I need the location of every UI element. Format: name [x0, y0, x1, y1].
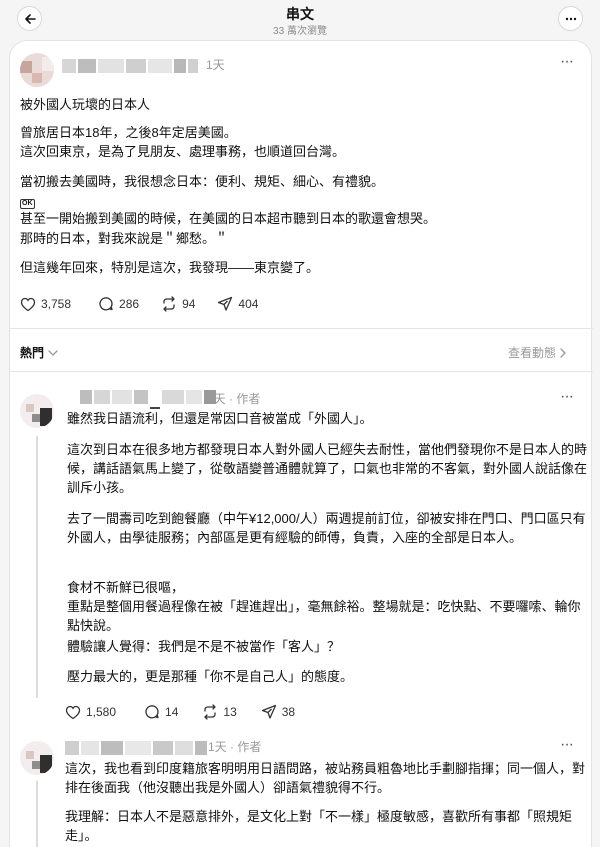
- post-line: 曾旅居日本18年，之後8年定居美國。: [20, 125, 237, 140]
- repost-count: 13: [223, 705, 237, 719]
- share-count: 38: [281, 705, 296, 719]
- share-button[interactable]: 38: [261, 704, 295, 720]
- thread-line: [36, 436, 38, 698]
- post-line: 那時的日本，對我來說是＂鄉愁。＂: [20, 231, 229, 246]
- reply-avatar[interactable]: [20, 741, 54, 775]
- post-line: 這次回東京，是為了見朋友、處理事務，也順道回台灣。: [20, 144, 346, 159]
- view-count: 33 萬次瀏覽: [273, 26, 327, 37]
- reply-paragraph: 這次，我也看到印度籍旅客明明用日語問路，被站務員粗魯地比手劃腳指揮；同一個人，對…: [65, 761, 586, 795]
- comment-button[interactable]: 14: [144, 704, 178, 720]
- reply-more-icon[interactable]: ···: [560, 388, 574, 406]
- heart-icon: [20, 297, 36, 311]
- heart-icon: [65, 705, 81, 719]
- thread-line: [36, 781, 38, 847]
- repost-icon: [204, 704, 217, 720]
- repost-button[interactable]: 94: [161, 296, 195, 312]
- sort-dropdown[interactable]: 熱門: [20, 344, 58, 361]
- post-actions: 3,758 286 94 404: [20, 296, 258, 312]
- reply-time: 1天: [207, 392, 226, 406]
- repost-button[interactable]: 13: [202, 704, 237, 720]
- author-tag: 作者: [236, 392, 261, 406]
- post-line: 當初搬去美國時，我很想念日本：便利、規矩、細心、有禮貌。: [20, 174, 385, 189]
- chevron-right-icon: [560, 347, 566, 358]
- reply-time-author: 1天 · 作者: [207, 392, 261, 406]
- more-options-button[interactable]: [558, 6, 583, 31]
- view-activity-link[interactable]: 查看動態: [508, 344, 566, 361]
- like-count: 3,758: [41, 297, 72, 311]
- post-line: 甚至一開始搬到美國的時候，在美國的日本超市聽到日本的歌還會想哭。: [20, 211, 437, 226]
- activity-label: 查看動態: [508, 346, 557, 360]
- reply-paragraph: 壓力最大的，更是那種「你不是自己人」的態度。: [67, 669, 354, 684]
- reply-more-icon[interactable]: ···: [560, 736, 574, 754]
- comment-count: 286: [119, 297, 140, 311]
- author-tag: 作者: [237, 740, 262, 754]
- thread-card: 1天 ··· 被外國人玩壞的日本人 曾旅居日本18年，之後8年定居美國。 這次回…: [9, 40, 593, 847]
- reply-paragraph: 去了一間壽司吃到飽餐廳（中午¥12,000/人）兩週提前訂位，卻被安排在門口、門…: [67, 511, 586, 545]
- comment-count: 14: [165, 705, 179, 719]
- post-line: 被外國人玩壞的日本人: [20, 97, 151, 112]
- reply-paragraph-line: 食材不新鮮已很嘔，: [67, 580, 185, 595]
- more-dots-icon: [565, 17, 576, 20]
- reply-author-redacted[interactable]: [65, 741, 209, 759]
- post-line: 但這幾年回來，特別是這次，我發現——東京變了。: [20, 260, 320, 275]
- top-bar: 串文 33 萬次瀏覽: [0, 0, 600, 40]
- reply-paragraph: 我理解：日本人不是惡意排外，是文化上對「不一樣」極度敏感，喜歡所有事都「照規矩走…: [65, 809, 573, 843]
- reply-time-author: 1天 · 作者: [208, 740, 262, 754]
- reply-author-redacted[interactable]: [80, 390, 218, 409]
- comment-icon: [145, 705, 159, 719]
- reply-first-line: 雖然我日語流利，但還是常因口音被當成「外國人」。: [67, 411, 373, 426]
- reply-actions: 1,580 14 13 38: [65, 704, 295, 720]
- reply-paragraph-line: 重點是整個用餐過程像在被「趕進趕出」，毫無餘裕。整場就是：吃快點、不要囉嗦、輪你…: [67, 599, 581, 633]
- sort-label: 熱門: [20, 346, 45, 360]
- repost-count: 94: [182, 297, 196, 311]
- divider: [10, 371, 593, 372]
- like-button[interactable]: 1,580: [65, 705, 116, 720]
- like-count: 1,580: [86, 705, 117, 719]
- author-name-redacted[interactable]: [62, 59, 200, 77]
- reply-paragraph: 這次到日本在很多地方都發現日本人對外國人已經失去耐性，當他們發現你不是日本人的時…: [67, 442, 588, 495]
- share-button[interactable]: 404: [217, 296, 258, 312]
- chevron-down-icon: [48, 349, 58, 356]
- reply-time: 1天: [208, 740, 227, 754]
- repost-icon: [163, 296, 175, 312]
- post-more-icon[interactable]: ···: [560, 53, 574, 71]
- share-count: 404: [238, 297, 259, 311]
- page-title: 串文: [286, 6, 314, 22]
- send-icon: [261, 704, 276, 719]
- comment-icon: [99, 297, 113, 311]
- divider: [10, 328, 593, 329]
- like-button[interactable]: 3,758: [20, 297, 71, 312]
- reply-paragraph-line: 體驗讓人覺得：我們是不是不被當作「客人」？: [67, 639, 341, 654]
- ok-emoji: OK: [20, 199, 35, 209]
- reply-avatar[interactable]: [20, 394, 54, 428]
- comment-button[interactable]: 286: [98, 296, 139, 312]
- avatar[interactable]: [20, 53, 54, 87]
- post-time: 1天: [206, 58, 225, 72]
- send-icon: [218, 296, 233, 311]
